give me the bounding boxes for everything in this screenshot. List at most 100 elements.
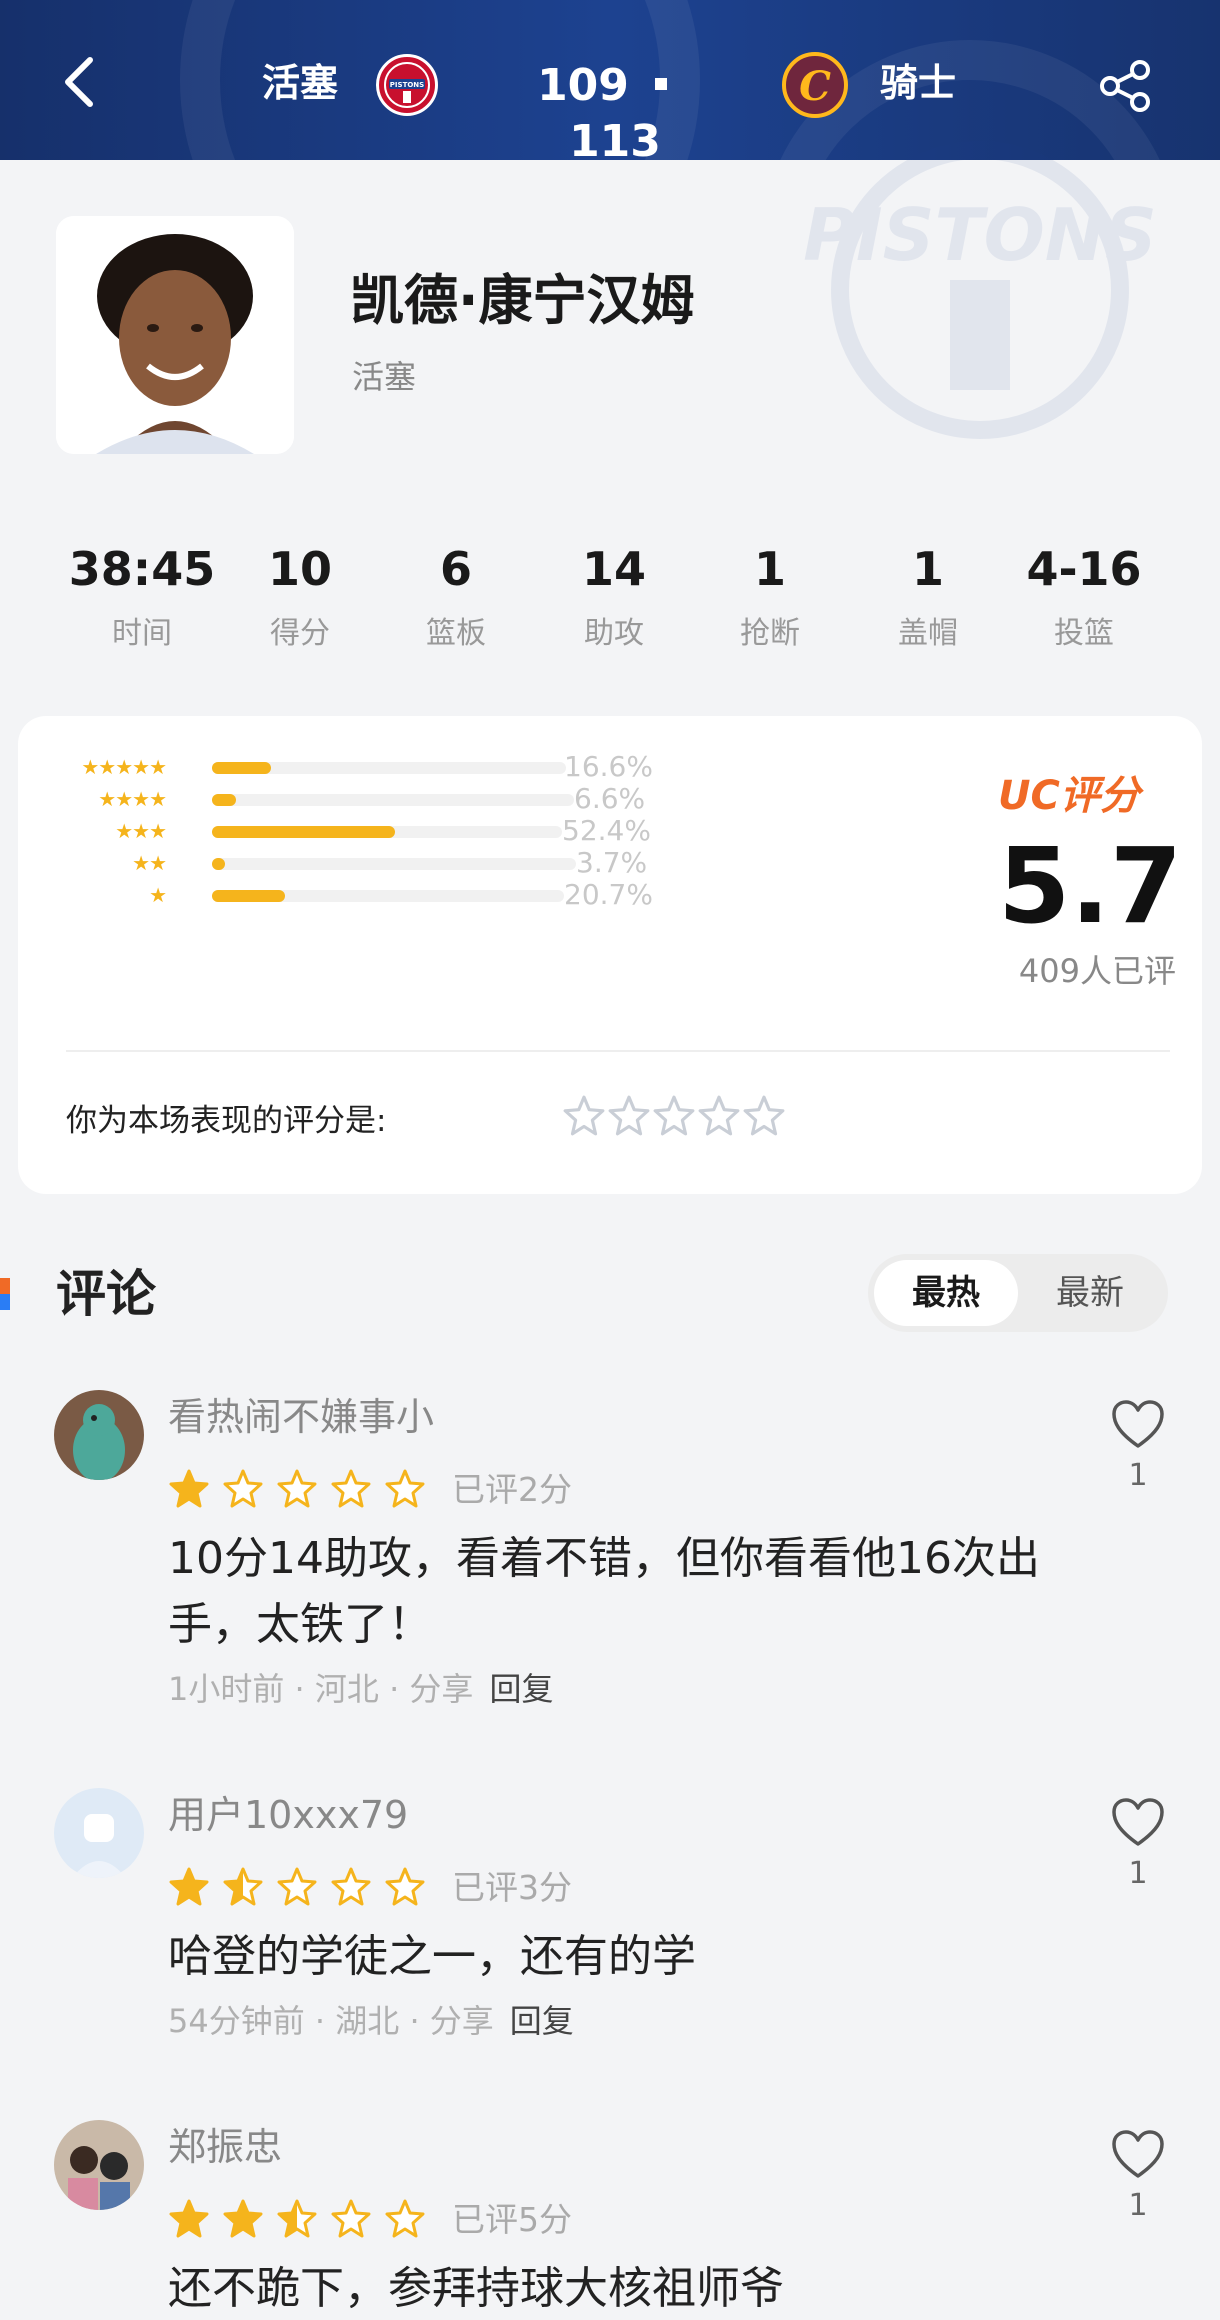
star-icon xyxy=(222,2198,264,2240)
comment-rated-text: 已评3分 xyxy=(452,1868,572,1907)
avatar[interactable] xyxy=(54,1788,144,1878)
cavaliers-logo-icon: C xyxy=(799,63,831,110)
star-icon xyxy=(330,1866,372,1908)
score-separator xyxy=(654,78,667,90)
star-icon xyxy=(222,1866,264,1908)
reply-button[interactable]: 回复 xyxy=(510,2002,574,2040)
bar-star-label: ★★ xyxy=(132,851,167,875)
star-icon xyxy=(222,1468,264,1510)
svg-text:PISTONS: PISTONS xyxy=(390,81,424,89)
bar-star-label: ★★★★ xyxy=(98,787,167,811)
comment-rating-stars xyxy=(168,1468,468,1512)
star-icon xyxy=(276,1468,318,1510)
tab-newest[interactable]: 最新 xyxy=(1018,1260,1162,1326)
avatar[interactable] xyxy=(54,1390,144,1480)
like-button[interactable] xyxy=(1108,1796,1168,1850)
top-bar: 活塞 PISTONS 109113 C 骑士 xyxy=(0,0,1220,160)
like-count: 1 xyxy=(1128,1458,1148,1493)
comment-username[interactable]: 用户10xxx79 xyxy=(168,1788,408,1842)
tab-hottest[interactable]: 最热 xyxy=(874,1260,1018,1326)
rating-bar-percent: 3.7% xyxy=(576,846,648,879)
comment-username[interactable]: 郑振忠 xyxy=(168,2120,282,2174)
stat-label: 得分 xyxy=(270,616,330,651)
comment-rating-stars xyxy=(168,2198,468,2242)
rating-bar-row: ★★★ 52.4% xyxy=(66,816,686,846)
section-accent xyxy=(0,1278,10,1310)
rating-bar-track xyxy=(212,762,566,774)
rate-star-icon[interactable] xyxy=(742,1094,798,1150)
comment-region: 河北 xyxy=(314,1670,379,1708)
stat-value: 1 xyxy=(911,542,944,596)
rating-count: 409人已评 xyxy=(1018,952,1176,990)
rating-bar-row: ★★ 3.7% xyxy=(66,848,686,878)
comment-rating-stars xyxy=(168,1866,468,1910)
share-link[interactable]: 分享 xyxy=(409,1670,473,1708)
rating-bar-fill xyxy=(212,858,226,870)
player-avatar[interactable] xyxy=(56,216,294,454)
avatar-image-icon xyxy=(54,1390,144,1480)
rating-bar-row: ★★★★ 6.6% xyxy=(66,784,686,814)
bar-star-label: ★★★★★ xyxy=(81,755,167,779)
player-team[interactable]: 活塞 xyxy=(352,354,416,400)
rating-bar-track xyxy=(212,826,562,838)
like-button[interactable] xyxy=(1108,2128,1168,2182)
comment-item: 郑振忠 已评5分 还不跪下，参拜持球大核祖师爷 1 xyxy=(0,2120,1220,2320)
reply-button[interactable]: 回复 xyxy=(489,1670,553,1708)
star-icon xyxy=(330,1468,372,1510)
star-icon xyxy=(276,1866,318,1908)
back-button[interactable] xyxy=(56,52,106,112)
comments-title: 评论 xyxy=(56,1265,156,1323)
home-team-logo[interactable]: PISTONS xyxy=(376,54,438,116)
uc-rating-score: 5.7 xyxy=(998,825,1183,947)
rating-bar-percent: 16.6% xyxy=(564,750,653,783)
star-icon xyxy=(384,2198,426,2240)
rating-bar-fill xyxy=(212,762,271,774)
rating-bar-percent: 20.7% xyxy=(564,878,653,911)
rating-bar-track xyxy=(212,794,574,806)
like-button[interactable] xyxy=(1108,1398,1168,1452)
svg-text:PISTONS: PISTONS xyxy=(803,193,1157,277)
uc-rating-label: UC评分 xyxy=(998,773,1140,819)
rating-bar-fill xyxy=(212,826,396,838)
stat-label: 盖帽 xyxy=(898,616,958,651)
stat-time: 38:45 时间 xyxy=(62,534,222,658)
stat-rebounds: 6 篮板 xyxy=(376,534,536,658)
comment-meta: 54分钟前 · 湖北 · 分享 回复 xyxy=(168,2002,574,2040)
stat-label: 篮板 xyxy=(426,616,486,651)
star-icon xyxy=(168,1866,210,1908)
game-score: 109113 xyxy=(500,58,730,160)
stat-value: 6 xyxy=(439,542,472,596)
stat-field-goals: 4-16 投篮 xyxy=(1004,534,1164,658)
away-score: 113 xyxy=(569,116,661,160)
share-button[interactable] xyxy=(1096,56,1156,116)
comment-time: 54分钟前 xyxy=(168,2002,305,2040)
stat-label: 时间 xyxy=(112,616,172,651)
stat-label: 抢断 xyxy=(740,616,800,651)
like-count: 1 xyxy=(1128,2188,1148,2223)
comment-item: 用户10xxx79 已评3分 哈登的学徒之一，还有的学 54分钟前 · 湖北 ·… xyxy=(0,1788,1220,2048)
stat-blocks: 1 盖帽 xyxy=(848,534,1008,658)
share-link[interactable]: 分享 xyxy=(430,2002,494,2040)
heart-icon xyxy=(1112,1798,1164,1846)
home-team-name[interactable]: 活塞 xyxy=(262,58,338,108)
stat-label: 投篮 xyxy=(1054,616,1114,651)
stat-value: 1 xyxy=(753,542,786,596)
comment-text: 10分14助攻，看着不错，但你看看他16次出手，太铁了！ xyxy=(168,1533,1040,1650)
away-team-name[interactable]: 骑士 xyxy=(880,58,956,108)
star-icon xyxy=(276,2198,318,2240)
comment-meta: 1小时前 · 河北 · 分享 回复 xyxy=(168,1670,554,1708)
comment-text: 哈登的学徒之一，还有的学 xyxy=(168,1931,696,1982)
comment-username[interactable]: 看热闹不嫌事小 xyxy=(168,1390,434,1444)
stat-value: 14 xyxy=(581,542,646,596)
stat-value: 10 xyxy=(267,542,332,596)
avatar-photo-icon xyxy=(54,2120,144,2210)
star-icon xyxy=(168,2198,210,2240)
avatar[interactable] xyxy=(54,2120,144,2210)
stat-steals: 1 抢断 xyxy=(690,534,850,658)
heart-icon xyxy=(1112,1400,1164,1448)
bar-star-label: ★★★ xyxy=(115,819,167,843)
away-team-logo[interactable]: C xyxy=(782,52,848,118)
rating-bar-track xyxy=(212,890,564,902)
svg-text:C: C xyxy=(799,63,831,110)
player-photo-icon xyxy=(56,216,294,454)
